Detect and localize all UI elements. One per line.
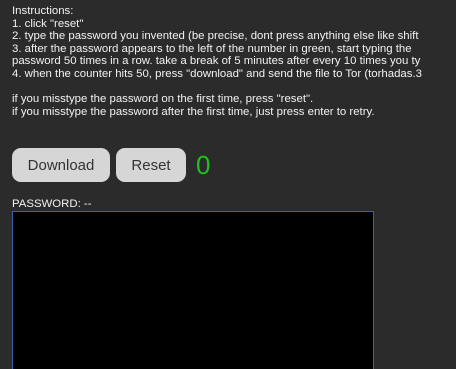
instruction-step-2: 2. type the password you invented (be pr… [12, 30, 419, 43]
instruction-note-later-misstype: if you misstype the password after the f… [12, 105, 375, 118]
instruction-note-first-misstype: if you misstype the password on the firs… [12, 93, 314, 106]
instruction-step-1: 1. click "reset" [12, 17, 84, 30]
instructions-spacer [12, 81, 456, 94]
instruction-step-3-continued: password 50 times in a row. take a break… [12, 55, 421, 68]
instruction-step-4: 4. when the counter hits 50, press "down… [12, 67, 422, 80]
instructions-panel: Instructions: 1. click "reset" 2. type t… [12, 5, 456, 118]
controls-row: Download Reset 0 [12, 148, 210, 182]
password-input-area[interactable] [12, 211, 374, 369]
instruction-step-3: 3. after the password appears to the lef… [12, 42, 412, 55]
password-label: PASSWORD: -- [12, 198, 92, 210]
instructions-heading: Instructions: [12, 5, 74, 17]
reset-button[interactable]: Reset [116, 148, 186, 182]
counter-display: 0 [196, 150, 211, 180]
download-button[interactable]: Download [12, 148, 110, 182]
